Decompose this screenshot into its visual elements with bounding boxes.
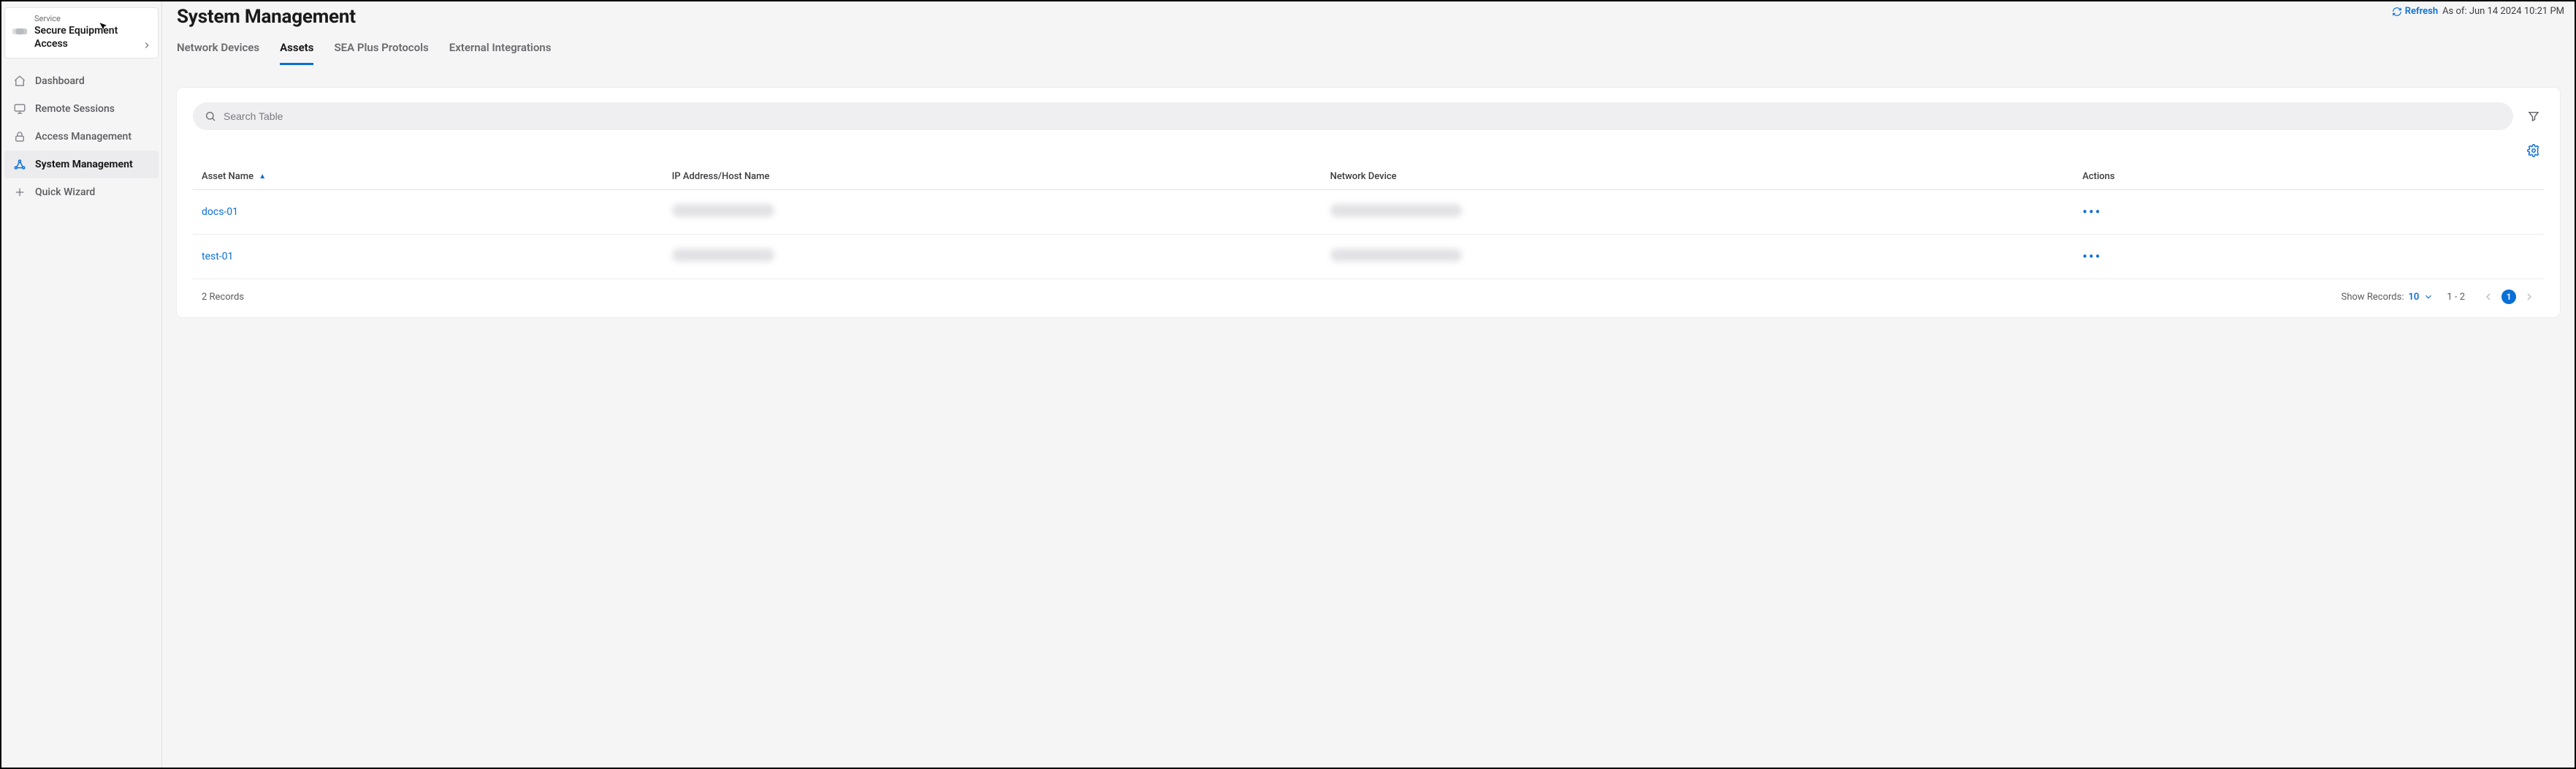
search-row (193, 102, 2544, 130)
refresh-block: Refresh As of: Jun 14 2024 10:21 PM (2392, 6, 2564, 17)
sidebar-item-system-management[interactable]: System Management (4, 151, 159, 178)
redacted-value (1330, 204, 1462, 217)
col-asset-name[interactable]: Asset Name ▲ (193, 164, 663, 190)
tab-external-integrations[interactable]: External Integrations (449, 41, 552, 65)
sidebar-item-label: Dashboard (35, 75, 85, 87)
main: System Management Refresh As of: Jun 14 … (162, 1, 2575, 768)
redacted-value (1330, 249, 1462, 262)
tabs: Network Devices Assets SEA Plus Protocol… (162, 28, 2575, 66)
service-logo-icon (12, 24, 27, 39)
lock-icon (13, 130, 26, 143)
table-settings-row (193, 140, 2544, 161)
page-size-selector[interactable]: Show Records: 10 (2341, 292, 2434, 303)
sidebar-item-quick-wizard[interactable]: Quick Wizard (4, 178, 159, 206)
sidebar-item-remote-sessions[interactable]: Remote Sessions (4, 95, 159, 123)
assets-table: Asset Name ▲ IP Address/Host Name Networ… (193, 164, 2544, 279)
pager-prev-button[interactable] (2482, 291, 2494, 303)
row-actions-button[interactable]: ••• (2082, 248, 2101, 265)
primary-nav: Dashboard Remote Sessions Access Managem… (1, 64, 161, 209)
wizard-icon (13, 186, 26, 199)
chevron-right-icon (142, 40, 152, 50)
topology-icon (13, 158, 26, 171)
refresh-label: Refresh (2405, 6, 2438, 17)
home-icon (13, 75, 26, 88)
sidebar-item-label: Quick Wizard (35, 186, 95, 198)
page-size-value: 10 (2408, 292, 2419, 303)
filter-button[interactable] (2523, 106, 2544, 126)
redacted-value (672, 249, 774, 262)
search-icon (205, 110, 216, 122)
record-range: 1 - 2 (2447, 292, 2465, 303)
col-network-device[interactable]: Network Device (1322, 164, 2074, 190)
col-ip-host[interactable]: IP Address/Host Name (663, 164, 1322, 190)
table-row: docs-01 ••• (193, 190, 2544, 235)
refresh-icon (2392, 7, 2402, 17)
asof-label: As of: Jun 14 2024 10:21 PM (2442, 6, 2564, 17)
page-title: System Management (177, 6, 356, 28)
gear-icon (2527, 144, 2540, 157)
asset-link[interactable]: docs-01 (202, 206, 238, 218)
search-input[interactable] (224, 110, 2501, 122)
tab-network-devices[interactable]: Network Devices (177, 41, 259, 65)
chevron-down-icon (2423, 292, 2434, 302)
table-settings-button[interactable] (2523, 140, 2544, 161)
pager-current-page[interactable]: 1 (2501, 289, 2516, 304)
show-records-label: Show Records: (2341, 292, 2404, 303)
pager: 1 (2482, 289, 2535, 304)
col-actions: Actions (2073, 164, 2544, 190)
assets-panel: Asset Name ▲ IP Address/Host Name Networ… (177, 88, 2560, 317)
asset-link[interactable]: test-01 (202, 251, 233, 262)
topbar: System Management Refresh As of: Jun 14 … (162, 1, 2575, 28)
sidebar-item-dashboard[interactable]: Dashboard (4, 67, 159, 95)
search-box[interactable] (193, 102, 2513, 130)
sidebar-item-label: System Management (35, 159, 133, 170)
sidebar: Service Secure Equipment Access Dashboar… (1, 1, 162, 768)
sidebar-item-access-management[interactable]: Access Management (4, 123, 159, 151)
service-selector[interactable]: Service Secure Equipment Access (4, 7, 159, 58)
table-footer: 2 Records Show Records: 10 1 - 2 1 (193, 279, 2544, 310)
sort-asc-icon: ▲ (259, 173, 266, 181)
table-row: test-01 ••• (193, 235, 2544, 279)
tab-assets[interactable]: Assets (280, 41, 313, 65)
service-name: Secure Equipment Access (34, 25, 150, 50)
row-actions-button[interactable]: ••• (2082, 203, 2101, 221)
refresh-button[interactable]: Refresh (2392, 6, 2438, 17)
filter-icon (2527, 110, 2540, 123)
sidebar-item-label: Remote Sessions (35, 103, 115, 115)
records-count: 2 Records (202, 292, 244, 303)
sidebar-item-label: Access Management (35, 131, 132, 143)
monitor-icon (13, 102, 26, 115)
service-kicker: Service (34, 14, 150, 23)
redacted-value (672, 204, 774, 217)
tab-sea-plus-protocols[interactable]: SEA Plus Protocols (334, 41, 428, 65)
pager-next-button[interactable] (2523, 291, 2535, 303)
